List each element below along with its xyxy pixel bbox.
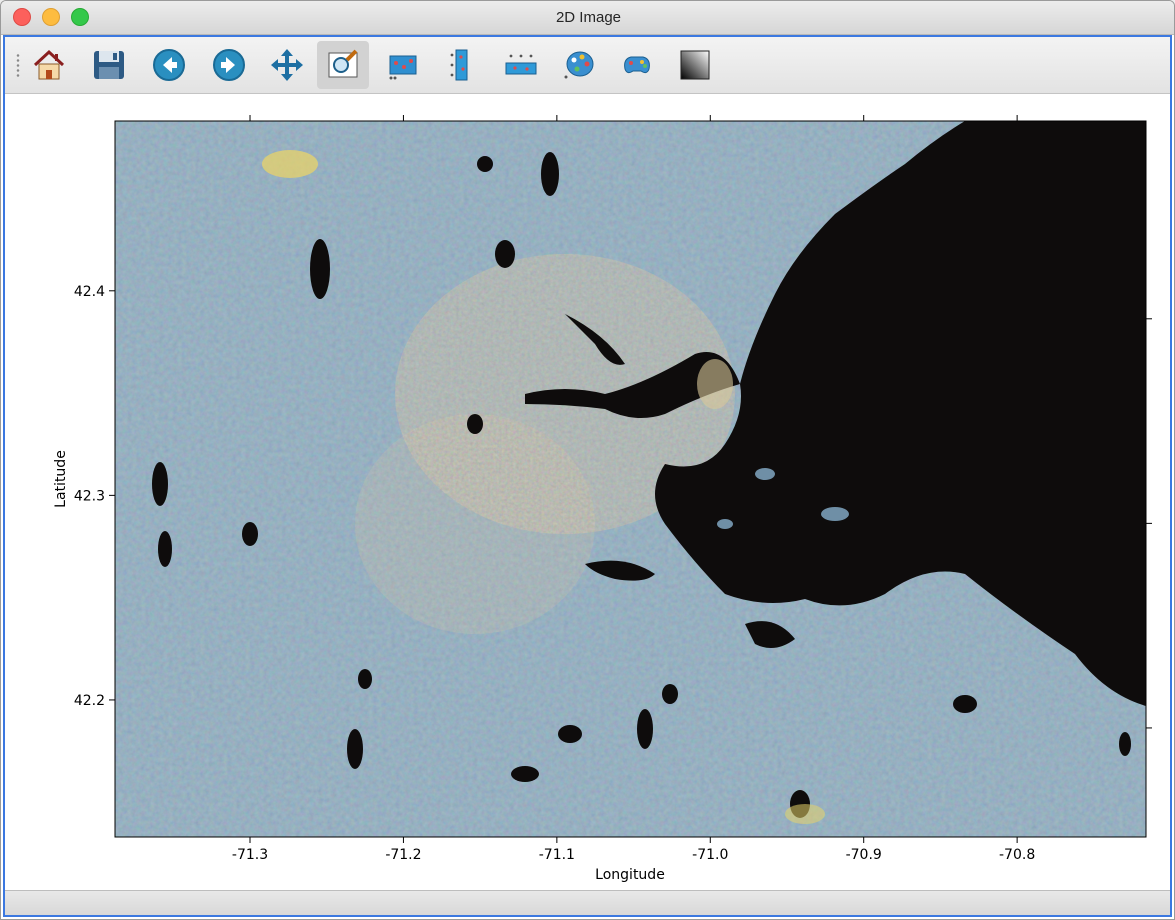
x-tick-label: -71.0: [692, 847, 728, 863]
app-window: 2D Image -71.3 -71.2 -71.1 -71.0 -70.9 -…: [0, 0, 1175, 920]
home-button[interactable]: [23, 41, 75, 89]
colorbar-horizontal-button[interactable]: [495, 41, 547, 89]
forward-button[interactable]: [203, 41, 255, 89]
colorbar-vertical-icon: [450, 49, 468, 81]
zoom-button[interactable]: [317, 41, 369, 89]
window-title: 2D Image: [555, 9, 622, 26]
y-axis-label: Latitude: [53, 450, 69, 508]
x-tick-label: -71.1: [539, 847, 575, 863]
plot-area: -71.3 -71.2 -71.1 -71.0 -70.9 -70.8 42.2 42.3 4…: [5, 94, 1170, 891]
move-arrows-icon: [271, 49, 303, 81]
arrow-left-icon: [153, 49, 185, 81]
title-bar[interactable]: 2D Image: [1, 1, 1174, 35]
colormap-button[interactable]: [553, 41, 605, 89]
satellite-image: [115, 121, 1146, 837]
image-plot[interactable]: -71.3 -71.2 -71.1 -71.0 -70.9 -70.8 42.2 42.3 4…: [5, 94, 1170, 891]
home-icon: [33, 49, 65, 80]
configure-plot-button[interactable]: [377, 41, 429, 89]
colorbar-horizontal-icon: [505, 54, 537, 75]
y-tick-label: 42.3: [74, 488, 105, 504]
x-tick-label: -71.3: [232, 847, 268, 863]
status-bar: [5, 890, 1170, 915]
gradient-square-icon: [680, 50, 710, 80]
floppy-disk-icon: [94, 51, 124, 79]
plot-frame: -71.3 -71.2 -71.1 -71.0 -70.9 -70.8 42.2 42.3 4…: [3, 35, 1172, 917]
configure-plot-icon: [389, 55, 417, 80]
toolbar-grip[interactable]: [16, 53, 20, 79]
colorbar-vertical-button[interactable]: [435, 41, 487, 89]
x-tick-label: -71.2: [385, 847, 421, 863]
back-button[interactable]: [143, 41, 195, 89]
y-tick-label: 42.2: [74, 693, 105, 709]
palette-icon: [564, 51, 594, 79]
arrow-right-icon: [213, 49, 245, 81]
x-tick-label: -70.9: [846, 847, 882, 863]
grayscale-button[interactable]: [669, 41, 721, 89]
zoom-rect-icon: [328, 49, 358, 78]
pan-button[interactable]: [261, 41, 313, 89]
save-button[interactable]: [83, 41, 135, 89]
x-axis-label: Longitude: [595, 867, 665, 883]
gamepad-palette-icon: [624, 56, 650, 74]
y-tick-label: 42.4: [74, 284, 105, 300]
toolbar: [5, 37, 1170, 94]
x-tick-label: -70.8: [999, 847, 1035, 863]
colormap-edit-button[interactable]: [611, 41, 663, 89]
